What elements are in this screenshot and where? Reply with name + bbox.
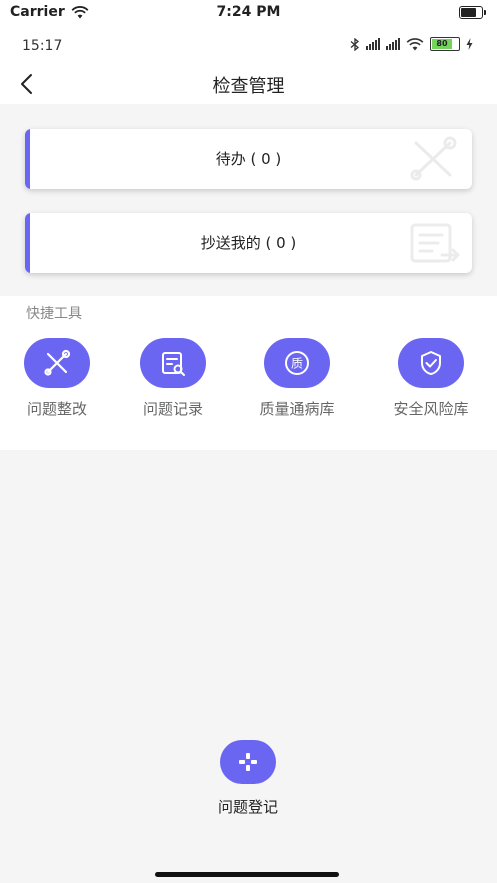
- register-issue-button[interactable]: 问题登记: [188, 740, 308, 817]
- tool-icon-circle: [24, 338, 90, 388]
- ios-status-bar: Carrier 7:24 PM: [0, 0, 497, 28]
- wrench-screwdriver-icon: [44, 349, 71, 376]
- document-search-icon: [162, 352, 185, 376]
- device-status-icons: 80: [350, 37, 473, 51]
- tool-label: 安全风险库: [393, 400, 469, 418]
- quality-badge-text: 质: [291, 357, 303, 371]
- navigation-bar: 检查管理: [0, 66, 497, 104]
- battery-level: 80: [432, 39, 452, 49]
- charging-icon: [466, 38, 473, 50]
- cc-me-card-label: 抄送我的 ( 0 ): [200, 234, 297, 252]
- register-issue-label: 问题登记: [217, 798, 278, 816]
- tool-icon-circle: [140, 338, 206, 388]
- todo-card[interactable]: 待办 ( 0 ): [25, 129, 472, 189]
- signal-hd-icon: [366, 38, 380, 50]
- plus-icon: [239, 753, 257, 771]
- document-forward-icon: [410, 223, 460, 263]
- shield-check-icon: [421, 351, 441, 375]
- device-status-bar: 15:17 80: [0, 28, 497, 66]
- wrench-screwdriver-icon: [410, 136, 457, 181]
- ios-clock: 7:24 PM: [216, 4, 281, 20]
- bluetooth-icon: [350, 37, 360, 51]
- quality-badge-icon: 质: [285, 351, 309, 375]
- tool-label: 问题记录: [142, 400, 203, 418]
- tool-issue-rectification[interactable]: 问题整改: [2, 338, 112, 419]
- page-title: 检查管理: [212, 76, 285, 97]
- wifi-icon: [406, 37, 424, 50]
- tool-icon-circle: [398, 338, 464, 388]
- tool-icon-circle: 质: [264, 338, 330, 388]
- tool-quality-defects-library[interactable]: 质 质量通病库: [242, 338, 352, 419]
- tool-safety-risk-library[interactable]: 安全风险库: [376, 338, 486, 419]
- tool-label: 问题整改: [26, 400, 87, 418]
- ios-battery-icon: [459, 6, 486, 19]
- battery-icon: 80: [430, 37, 460, 51]
- quick-tools-section: 快捷工具 问题整改 问题记录 质 质量通病库 安全风险库: [0, 296, 497, 450]
- home-indicator[interactable]: [155, 872, 339, 877]
- todo-card-label: 待办 ( 0 ): [215, 150, 282, 168]
- quick-tools-title: 快捷工具: [26, 306, 82, 322]
- device-clock: 15:17: [22, 38, 63, 54]
- cc-me-card[interactable]: 抄送我的 ( 0 ): [25, 213, 472, 273]
- fab-circle: [220, 740, 276, 784]
- summary-cards: 待办 ( 0 ) 抄送我的 ( 0 ): [0, 104, 497, 296]
- tool-label: 质量通病库: [259, 400, 335, 418]
- signal-hd-icon: [386, 38, 400, 50]
- tool-issue-records[interactable]: 问题记录: [118, 338, 228, 419]
